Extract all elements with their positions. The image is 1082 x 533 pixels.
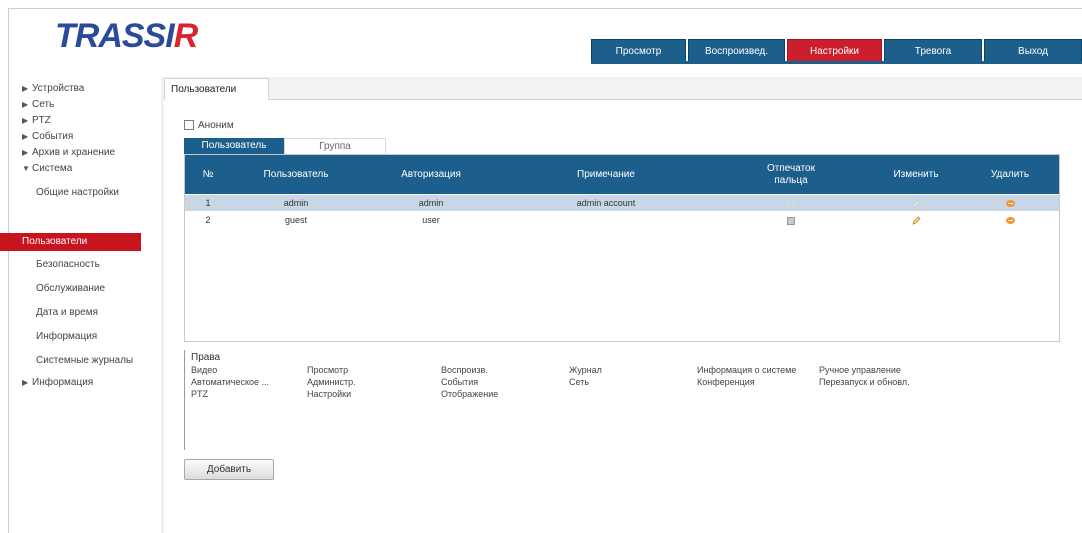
col-header-delete: Удалить — [990, 168, 1030, 180]
fingerprint-icon — [787, 216, 795, 225]
arrow-right-icon: ▶ — [22, 100, 29, 109]
sidebar-subitem-security[interactable]: Безопасность — [36, 256, 100, 274]
sidebar-item-network[interactable]: ▶ Сеть — [22, 96, 54, 113]
anonymous-checkbox-label: Аноним — [198, 120, 234, 131]
pencil-icon[interactable] — [911, 216, 921, 225]
tab-playback[interactable]: Воспроизвед. — [688, 39, 785, 62]
top-navigation-underline — [591, 61, 1082, 64]
sidebar-subitem-logs[interactable]: Системные журналы — [36, 352, 133, 370]
table-row[interactable]: 1 admin admin admin account — [185, 195, 1059, 211]
rights-panel: Права Видео Автоматическое ... PTZ Просм… — [184, 350, 1060, 450]
users-table: № Пользователь Авторизация Примечание От… — [184, 154, 1060, 342]
sidebar-item-system[interactable]: ▼ Система — [22, 160, 72, 177]
sidebar-subitem-users[interactable]: Пользователи — [0, 233, 141, 251]
delete-icon[interactable] — [1005, 217, 1015, 225]
col-header-edit: Изменить — [893, 168, 939, 180]
col-header-note: Примечание — [577, 168, 635, 180]
anonymous-checkbox[interactable] — [184, 120, 194, 131]
sidebar-item-ptz[interactable]: ▶ PTZ — [22, 112, 51, 129]
tab-logout[interactable]: Выход — [984, 39, 1082, 62]
sidebar-item-storage[interactable]: ▶ Архив и хранение — [22, 144, 115, 161]
table-header: № Пользователь Авторизация Примечание От… — [185, 155, 1059, 194]
add-user-button[interactable]: Добавить — [184, 459, 274, 480]
trassir-logo: TRASSIR — [55, 17, 198, 55]
tab-view[interactable]: Просмотр — [591, 39, 686, 62]
tab-settings[interactable]: Настройки — [787, 39, 882, 62]
anonymous-checkbox-row[interactable]: Аноним — [184, 119, 234, 133]
col-header-auth: Авторизация — [401, 168, 461, 180]
sidebar-subitem-datetime[interactable]: Дата и время — [36, 304, 98, 322]
arrow-right-icon: ▶ — [22, 148, 29, 157]
sidebar-subitem-info[interactable]: Информация — [36, 328, 97, 346]
sidebar-item-events[interactable]: ▶ События — [22, 128, 73, 145]
pencil-icon[interactable] — [911, 199, 921, 208]
rights-title: Права — [191, 352, 221, 363]
sidebar-item-information[interactable]: ▶ Информация — [22, 374, 93, 391]
col-header-user: Пользователь — [263, 168, 329, 180]
arrow-right-icon: ▶ — [22, 132, 29, 141]
col-header-number: № — [202, 168, 214, 180]
sidebar-item-devices[interactable]: ▶ Устройства — [22, 80, 84, 97]
arrow-right-icon: ▶ — [22, 378, 29, 387]
sidebar-subitem-general[interactable]: Общие настройки — [36, 184, 119, 202]
sidebar-subitem-maintenance[interactable]: Обслуживание — [36, 280, 105, 298]
tab-alarm[interactable]: Тревога — [884, 39, 982, 62]
delete-icon[interactable] — [1005, 200, 1015, 208]
arrow-right-icon: ▶ — [22, 84, 29, 93]
arrow-right-icon: ▶ — [22, 116, 29, 125]
fingerprint-icon — [787, 199, 795, 208]
subtab-groups[interactable]: Группа — [284, 138, 386, 154]
subtab-users[interactable]: Пользователь — [184, 138, 284, 154]
col-header-fingerprint: Отпечаток пальца — [767, 162, 815, 186]
arrow-down-icon: ▼ — [22, 164, 30, 173]
table-row[interactable]: 2 guest user — [185, 212, 1059, 228]
panel-tab-users[interactable]: Пользователи — [164, 78, 269, 100]
